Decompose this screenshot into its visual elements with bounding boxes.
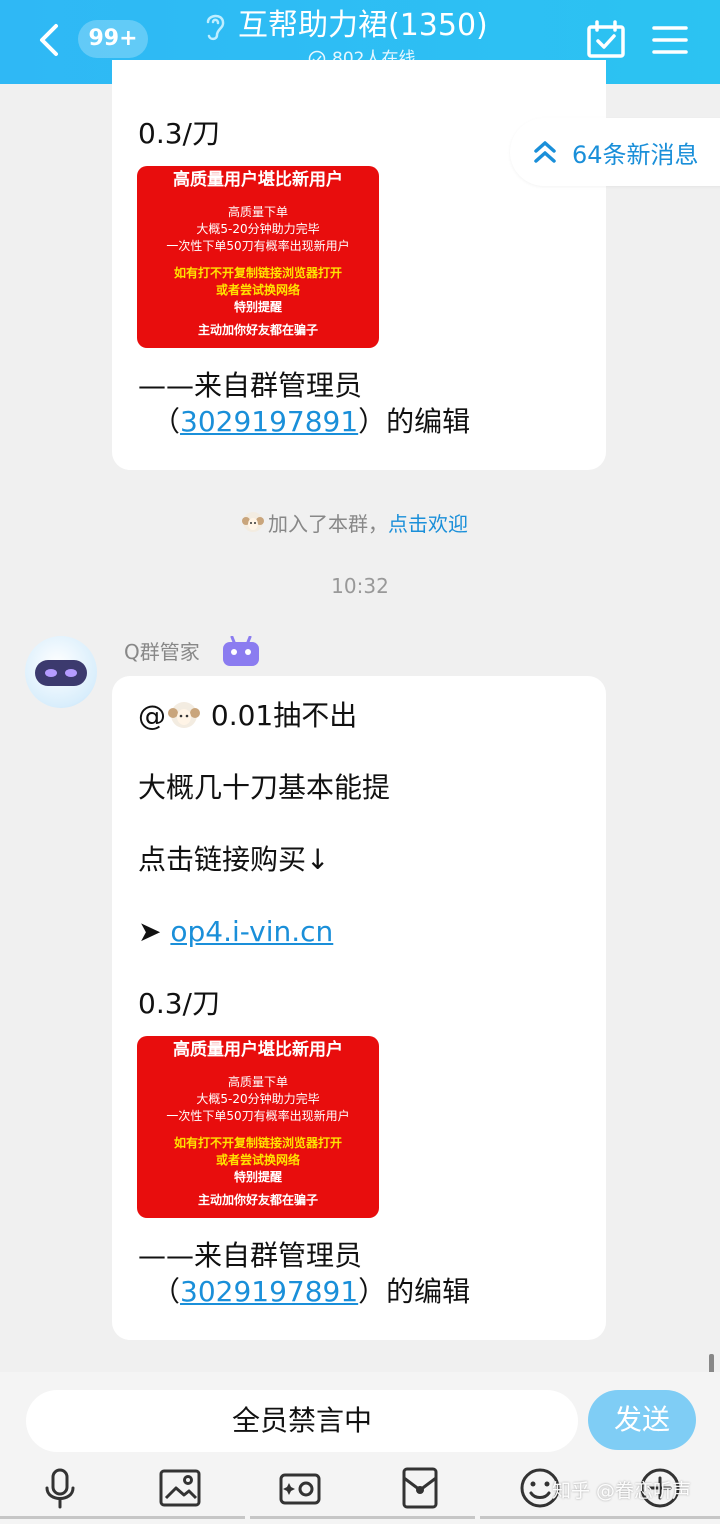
promo-image[interactable]: 高质量用户堪比新用户 高质量下单 大概5-20分钟助力完毕 一次性下单50刀有概… — [137, 166, 379, 348]
promo-notice: 特别提醒 — [233, 1170, 282, 1184]
divider — [250, 1516, 475, 1519]
purchase-link[interactable]: op4.i-vin.cn — [170, 915, 333, 948]
send-button[interactable]: 发送 — [588, 1390, 696, 1450]
promo-line: 一次性下单50刀有概率出现新用户 — [166, 239, 350, 253]
menu-icon[interactable] — [650, 20, 690, 60]
message-line: 大概几十刀基本能提 — [138, 771, 391, 804]
microphone-icon[interactable] — [38, 1466, 82, 1510]
red-packet-icon[interactable] — [398, 1466, 442, 1510]
image-icon[interactable] — [158, 1466, 202, 1510]
promo-title: 高质量用户堪比新用户 — [173, 1040, 343, 1060]
divider — [0, 1516, 245, 1519]
promo-line: 高质量下单 — [227, 205, 288, 219]
new-messages-label: 64条新消息 — [572, 140, 699, 169]
promo-yellow-line: 或者尝试换网络 — [215, 1153, 300, 1167]
welcome-link[interactable]: 点击欢迎 — [388, 508, 468, 537]
promo-image[interactable]: 高质量用户堪比新用户 高质量下单 大概5-20分钟助力完毕 一次性下单50刀有概… — [137, 1036, 379, 1218]
join-text: 加入了本群， — [268, 511, 388, 536]
promo-warning: 主动加你好友都在骗子 — [197, 1193, 318, 1207]
title-group[interactable]: 互帮助力裙(1350) — [200, 6, 520, 46]
avatar[interactable] — [25, 636, 97, 708]
signature-line: ——来自群管理员 — [138, 369, 363, 402]
promo-line: 一次性下单50刀有概率出现新用户 — [166, 1109, 350, 1123]
camera-icon[interactable] — [278, 1466, 322, 1510]
robot-icon — [220, 635, 262, 668]
promo-title: 高质量用户堪比新用户 — [173, 170, 343, 190]
robot-face-icon — [35, 660, 87, 686]
ear-icon — [206, 14, 225, 41]
unread-badge[interactable]: 99+ — [78, 20, 148, 58]
join-notice: 加入了本群， 点击欢迎 — [240, 506, 468, 538]
mention-line: @ 0.01抽不出 — [138, 699, 358, 732]
arrow-icon: ➤ — [138, 915, 162, 948]
new-messages-button[interactable]: 64条新消息 — [510, 118, 720, 186]
message-line: 点击链接购买↓ — [138, 843, 330, 876]
promo-line: 高质量下单 — [227, 1075, 288, 1089]
qq-link[interactable]: 3029197891 — [180, 1275, 358, 1308]
double-chevron-up-icon — [534, 141, 556, 163]
promo-line: 大概5-20分钟助力完毕 — [196, 1092, 320, 1106]
price-text: 0.3/刀 — [138, 117, 220, 150]
message-input-muted[interactable]: 全员禁言中 — [26, 1390, 578, 1452]
calendar-check-icon[interactable] — [584, 18, 628, 62]
promo-yellow-line: 或者尝试换网络 — [215, 283, 300, 297]
link-line: ➤ op4.i-vin.cn — [138, 912, 333, 952]
sheep-icon — [242, 512, 264, 532]
message-bubble: @ 0.01抽不出 大概几十刀基本能提 点击链接购买↓ ➤ op4.i-vin.… — [112, 676, 606, 1340]
promo-yellow-line: 如有打不开复制链接浏览器打开 — [173, 1136, 342, 1150]
watermark: 知乎 @眷恋听声 — [552, 1480, 692, 1502]
signature-qq-line: （3029197891）的编辑 — [152, 1275, 471, 1308]
price-text: 0.3/刀 — [138, 987, 220, 1020]
divider — [480, 1516, 720, 1519]
group-title: 互帮助力裙(1350) — [238, 8, 488, 43]
promo-line: 大概5-20分钟助力完毕 — [196, 222, 320, 236]
timestamp: 10:32 — [331, 574, 389, 598]
promo-notice: 特别提醒 — [233, 300, 282, 314]
sheep-icon — [168, 702, 200, 728]
qq-link[interactable]: 3029197891 — [180, 405, 358, 438]
back-icon[interactable] — [30, 20, 70, 60]
sender-name: Q群管家 — [124, 640, 200, 664]
signature-qq-line: （3029197891）的编辑 — [152, 405, 471, 438]
promo-yellow-line: 如有打不开复制链接浏览器打开 — [173, 266, 342, 280]
input-bar: 全员禁言中 发送 知乎 @眷恋听声 — [0, 1372, 720, 1524]
promo-warning: 主动加你好友都在骗子 — [197, 323, 318, 337]
signature-line: ——来自群管理员 — [138, 1239, 363, 1272]
